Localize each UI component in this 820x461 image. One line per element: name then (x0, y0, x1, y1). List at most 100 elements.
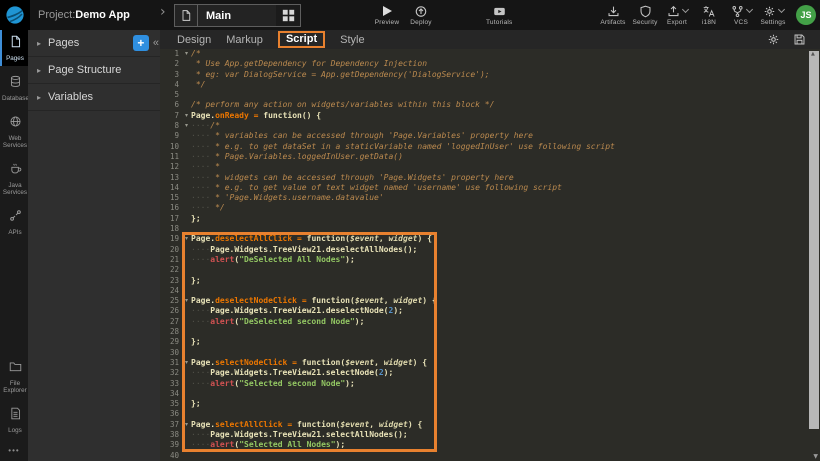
code-line[interactable]: 9···· * variables can be accessed throug… (160, 131, 808, 141)
user-avatar[interactable]: JS (796, 5, 816, 25)
line-number: 13 (160, 173, 188, 183)
tab-design[interactable]: Design (177, 34, 211, 46)
code-line[interactable]: 23}; (160, 276, 808, 286)
fold-toggle-icon[interactable]: ▾ (185, 420, 188, 430)
code-line[interactable]: 31▾Page.selectNodeClick = function($even… (160, 358, 808, 368)
sidebar-item-label: Logs (2, 427, 28, 434)
code-line[interactable]: 38····Page.Widgets.TreeView21.selectAllN… (160, 430, 808, 440)
code-line[interactable]: 18 (160, 224, 808, 234)
code-text (188, 286, 191, 296)
line-number: 3 (160, 70, 188, 80)
code-line[interactable]: 1▾/* (160, 49, 808, 59)
sidebar-item-java-services[interactable]: Java Services (0, 157, 28, 200)
code-line[interactable]: 5 (160, 90, 808, 100)
sidebar-item-pages[interactable]: Pages (0, 30, 28, 66)
code-line[interactable]: 21····alert("DeSelected All Nodes"); (160, 255, 808, 265)
preview-button[interactable]: Preview (374, 0, 400, 30)
code-line[interactable]: 20····Page.Widgets.TreeView21.deselectAl… (160, 245, 808, 255)
line-number: 2 (160, 59, 188, 69)
code-line[interactable]: 17}; (160, 214, 808, 224)
deploy-button[interactable]: Deploy (408, 0, 434, 30)
tab-markup[interactable]: Markup (226, 34, 263, 46)
settings-button[interactable]: Settings (760, 0, 786, 30)
code-line[interactable]: 37▾Page.selectAllClick = function($event… (160, 420, 808, 430)
script-settings-gear-icon[interactable] (767, 33, 780, 46)
code-line[interactable]: 29}; (160, 337, 808, 347)
tutorials-button[interactable]: Tutorials (486, 0, 512, 30)
tab-script[interactable]: Script (278, 31, 325, 48)
code-line[interactable]: 7▾Page.onReady = function() { (160, 111, 808, 121)
save-icon[interactable] (793, 33, 806, 46)
code-line[interactable]: 26····Page.Widgets.TreeView21.deselectNo… (160, 306, 808, 316)
fold-toggle-icon[interactable]: ▾ (185, 111, 188, 121)
code-line[interactable]: 34 (160, 389, 808, 399)
code-line[interactable]: 39····alert("Selected All Nodes"); (160, 440, 808, 450)
panel-section-pages[interactable]: ▸Pages+« (28, 30, 160, 57)
code-line[interactable]: 35}; (160, 399, 808, 409)
tab-style[interactable]: Style (340, 34, 364, 46)
script-editor[interactable]: 1▾/*2 * Use App.getDependency for Depend… (160, 49, 808, 461)
code-line[interactable]: 13···· * widgets can be accessed through… (160, 173, 808, 183)
code-line[interactable]: 16···· */ (160, 203, 808, 213)
chevron-down-icon (745, 6, 752, 13)
code-line[interactable]: 14···· * e.g. to get value of text widge… (160, 183, 808, 193)
chevron-right-icon[interactable]: › (160, 4, 166, 20)
page-tab-main[interactable]: Main (174, 4, 301, 27)
line-number: 39 (160, 440, 188, 450)
code-line[interactable]: 30 (160, 348, 808, 358)
code-line[interactable]: 19▾Page.deselectAllClick = function($eve… (160, 234, 808, 244)
code-line[interactable]: 2 * Use App.getDependency for Dependency… (160, 59, 808, 69)
code-line[interactable]: 28 (160, 327, 808, 337)
caret-right-icon[interactable]: ▸ (37, 66, 41, 75)
page-file-icon (175, 5, 198, 26)
code-line[interactable]: 24 (160, 286, 808, 296)
more-options-icon[interactable]: ••• (0, 442, 28, 461)
panel-section-page-structure[interactable]: ▸Page Structure (28, 57, 160, 84)
sidebar-item-file-explorer[interactable]: File Explorer (0, 355, 28, 398)
fold-toggle-icon[interactable]: ▾ (185, 296, 188, 306)
add-page-button[interactable]: + (133, 35, 149, 51)
fold-toggle-icon[interactable]: ▾ (185, 358, 188, 368)
code-line[interactable]: 27····alert("DeSelected second Node"); (160, 317, 808, 327)
line-number: 36 (160, 409, 188, 419)
code-line[interactable]: 6/* perform any action on widgets/variab… (160, 100, 808, 110)
i18n-button[interactable]: i18N (696, 0, 722, 30)
artifacts-button[interactable]: Artifacts (600, 0, 626, 30)
sidebar-item-databases[interactable]: Databases (0, 70, 28, 106)
code-line[interactable]: 22 (160, 265, 808, 275)
line-number: 22 (160, 265, 188, 275)
code-line[interactable]: 3 * eg: var DialogService = App.getDepen… (160, 70, 808, 80)
scroll-down-icon[interactable]: ▼ (813, 453, 818, 460)
pages-grid-icon[interactable] (276, 5, 300, 26)
code-line[interactable]: 32····Page.Widgets.TreeView21.selectNode… (160, 368, 808, 378)
code-line[interactable]: 12···· * (160, 162, 808, 172)
sidebar-item-apis[interactable]: APIs (0, 204, 28, 240)
export-button[interactable]: Export (664, 0, 690, 30)
sidebar-item-web-services[interactable]: Web Services (0, 110, 28, 153)
code-line[interactable]: 25▾Page.deselectNodeClick = function($ev… (160, 296, 808, 306)
code-line[interactable]: 8▾····/* (160, 121, 808, 131)
scrollbar-thumb[interactable]: ▲ (809, 51, 819, 429)
fold-toggle-icon[interactable]: ▾ (185, 121, 188, 131)
collapse-panel-icon[interactable]: « (153, 37, 159, 49)
sidebar-item-logs[interactable]: Logs (0, 402, 28, 438)
fold-toggle-icon[interactable]: ▾ (185, 49, 188, 59)
caret-right-icon[interactable]: ▸ (37, 93, 41, 102)
code-line[interactable]: 10···· * e.g. to get dataSet in a static… (160, 142, 808, 152)
fold-toggle-icon[interactable]: ▾ (185, 234, 188, 244)
code-line[interactable]: 36 (160, 409, 808, 419)
code-line[interactable]: 40 (160, 451, 808, 461)
sidebar-item-label: Pages (2, 55, 28, 62)
code-line[interactable]: 33····alert("Selected second Node"); (160, 379, 808, 389)
code-text: ···· * widgets can be accessed through '… (188, 173, 514, 183)
vcs-button[interactable]: VCS (728, 0, 754, 30)
scroll-up-icon[interactable]: ▲ (811, 51, 815, 57)
caret-right-icon[interactable]: ▸ (37, 39, 41, 48)
wavemaker-logo[interactable] (0, 0, 30, 30)
code-line[interactable]: 15···· * 'Page.Widgets.username.datavalu… (160, 193, 808, 203)
panel-section-variables[interactable]: ▸Variables (28, 84, 160, 111)
code-line[interactable]: 11···· * Page.Variables.loggedInUser.get… (160, 152, 808, 162)
security-button[interactable]: Security (632, 0, 658, 30)
code-text (188, 451, 191, 461)
code-line[interactable]: 4 */ (160, 80, 808, 90)
